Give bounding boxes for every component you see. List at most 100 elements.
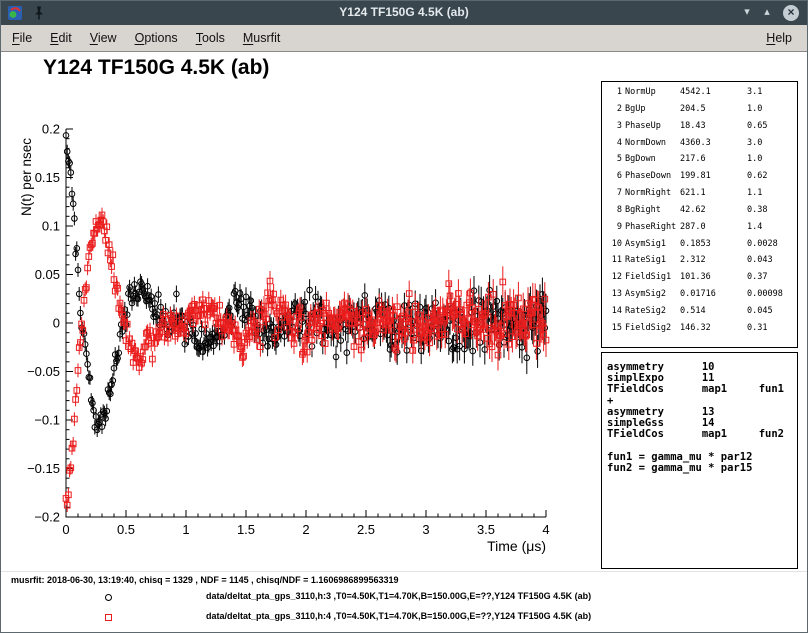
x-tick-label: 1 — [182, 522, 189, 537]
fit-info-line: musrfit: 2018-06-30, 13:19:40, chisq = 1… — [11, 575, 398, 585]
parameter-err: 0.045 — [747, 306, 797, 323]
parameter-name: PhaseUp — [625, 121, 677, 138]
parameter-val: 4542.1 — [680, 87, 744, 104]
parameter-row: 14RateSig20.5140.045 — [607, 306, 797, 323]
y-axis-title: N(t) per nsec — [19, 138, 34, 216]
plot-canvas[interactable]: −0.2 −0.15 −0.1 −0.05 0 0.05 0.1 0.15 0.2 0 0.5 1 1.… — [1, 53, 601, 571]
parameter-num: 8 — [607, 205, 622, 222]
parameter-err: 0.00098 — [747, 289, 797, 306]
parameter-num: 11 — [607, 255, 622, 272]
parameter-name: BgUp — [625, 104, 677, 121]
parameter-row: 4NormDown4360.33.0 — [607, 138, 797, 155]
parameter-val: 42.62 — [680, 205, 744, 222]
menu-item-file[interactable]: File — [3, 25, 41, 51]
parameter-val: 0.1853 — [680, 239, 744, 256]
theory-line: TFieldCos map1 fun1 — [607, 384, 797, 395]
menu-mnemonic: H — [766, 31, 775, 45]
menu-items: FileEditViewOptionsToolsMusrfit — [1, 25, 289, 51]
x-tick-label: 0 — [62, 522, 69, 537]
menu-bar: FileEditViewOptionsToolsMusrfit Help — [1, 25, 807, 52]
parameter-name: PhaseDown — [625, 171, 677, 188]
parameter-name: BgRight — [625, 205, 677, 222]
parameter-row: 8BgRight42.620.38 — [607, 205, 797, 222]
y-tick-label: 0.15 — [35, 170, 60, 185]
parameter-num: 7 — [607, 188, 622, 205]
fit-parameters-box: 1NormUp4542.13.12BgUp204.51.03PhaseUp18.… — [601, 81, 798, 348]
parameter-num: 12 — [607, 272, 622, 289]
parameter-row: 10AsymSig10.18530.0028 — [607, 239, 797, 256]
parameter-row: 5BgDown217.61.0 — [607, 154, 797, 171]
maximize-button[interactable]: ▴ — [759, 5, 775, 21]
menu-item-help[interactable]: Help — [757, 25, 801, 51]
parameter-num: 14 — [607, 306, 622, 323]
parameter-err: 0.65 — [747, 121, 797, 138]
parameter-num: 9 — [607, 222, 622, 239]
parameter-err: 1.4 — [747, 222, 797, 239]
menu-mnemonic: M — [243, 31, 253, 45]
menu-mnemonic: T — [196, 31, 202, 45]
parameter-row: 7NormRight621.11.1 — [607, 188, 797, 205]
parameter-row: 2BgUp204.51.0 — [607, 104, 797, 121]
parameter-val: 18.43 — [680, 121, 744, 138]
parameter-err: 1.1 — [747, 188, 797, 205]
y-tick-label: 0 — [53, 316, 60, 331]
close-button[interactable]: × — [783, 5, 799, 21]
parameter-name: AsymSig2 — [625, 289, 677, 306]
theory-line — [607, 440, 797, 451]
x-tick-label: 0.5 — [117, 522, 135, 537]
parameter-row: 15FieldSig2146.320.31 — [607, 323, 797, 340]
parameter-num: 5 — [607, 154, 622, 171]
parameter-num: 3 — [607, 121, 622, 138]
series-h4 — [63, 208, 549, 512]
parameter-name: AsymSig1 — [625, 239, 677, 256]
parameter-err: 3.1 — [747, 87, 797, 104]
legend-label: data/deltat_pta_gps_3110,h:3 ,T0=4.50K,T… — [206, 591, 591, 601]
x-tick-label: 1.5 — [237, 522, 255, 537]
y-tick-label: −0.2 — [34, 510, 60, 525]
window-titlebar[interactable]: Y124 TF150G 4.5K (ab) ▾ ▴ × — [1, 1, 807, 25]
x-tick-label: 2 — [302, 522, 309, 537]
series-markers-circle — [63, 133, 549, 433]
parameter-val: 204.5 — [680, 104, 744, 121]
parameter-val: 2.312 — [680, 255, 744, 272]
parameter-val: 621.1 — [680, 188, 744, 205]
menu-item-edit[interactable]: Edit — [41, 25, 81, 51]
menu-items-right: Help — [757, 25, 807, 51]
legend-marker-open-square — [105, 614, 112, 621]
parameter-row: 12FieldSig1101.360.37 — [607, 272, 797, 289]
series-h3 — [63, 129, 549, 437]
parameter-name: RateSig2 — [625, 306, 677, 323]
parameter-val: 0.514 — [680, 306, 744, 323]
parameter-val: 101.36 — [680, 272, 744, 289]
x-tick-label: 3.5 — [477, 522, 495, 537]
y-tick-label: 0.2 — [42, 122, 60, 137]
parameter-err: 3.0 — [747, 138, 797, 155]
parameter-num: 13 — [607, 289, 622, 306]
y-tick-label: −0.1 — [34, 413, 60, 428]
menu-item-view[interactable]: View — [81, 25, 126, 51]
menu-item-tools[interactable]: Tools — [187, 25, 234, 51]
parameter-row: 11RateSig12.3120.043 — [607, 255, 797, 272]
menu-item-options[interactable]: Options — [126, 25, 187, 51]
parameter-val: 146.32 — [680, 323, 744, 340]
parameter-name: BgDown — [625, 154, 677, 171]
parameter-name: NormRight — [625, 188, 677, 205]
x-axis-title: Time (μs) — [487, 538, 546, 554]
x-tick-label: 3 — [422, 522, 429, 537]
parameter-err: 1.0 — [747, 104, 797, 121]
parameter-val: 287.0 — [680, 222, 744, 239]
legend-item: data/deltat_pta_gps_3110,h:4 ,T0=4.50K,T… — [1, 609, 807, 629]
parameter-row: 3PhaseUp18.430.65 — [607, 121, 797, 138]
y-tick-label: 0.1 — [42, 219, 60, 234]
parameter-num: 4 — [607, 138, 622, 155]
parameter-name: FieldSig2 — [625, 323, 677, 340]
x-tick-label: 2.5 — [357, 522, 375, 537]
y-tick-label: −0.15 — [27, 461, 60, 476]
y-tick-label: 0.05 — [35, 267, 60, 282]
minimize-button[interactable]: ▾ — [739, 5, 755, 21]
parameter-num: 10 — [607, 239, 622, 256]
menu-mnemonic: O — [135, 31, 145, 45]
menu-item-musrfit[interactable]: Musrfit — [234, 25, 290, 51]
parameter-row: 1NormUp4542.13.1 — [607, 87, 797, 104]
y-tick-label: −0.05 — [27, 364, 60, 379]
